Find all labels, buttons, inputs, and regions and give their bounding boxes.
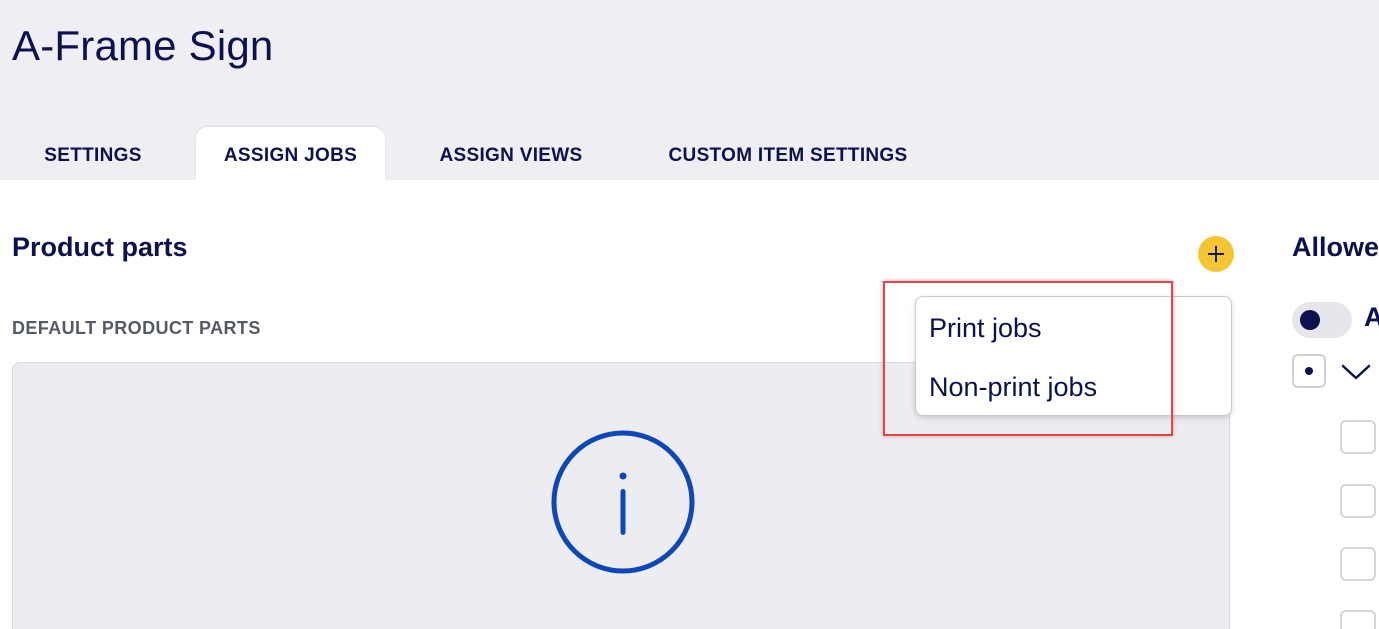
tab-custom-item-settings[interactable]: CUSTOM ITEM SETTINGS — [648, 127, 928, 180]
tab-assign-jobs[interactable]: ASSIGN JOBS — [196, 127, 385, 180]
page: A-Frame Sign SETTINGS ASSIGN JOBS ASSIGN… — [0, 0, 1379, 629]
list-item-checkbox[interactable] — [1340, 420, 1376, 454]
toggle-label: A — [1364, 302, 1379, 332]
menu-item-non-print-jobs[interactable]: Non-print jobs — [929, 372, 1097, 403]
default-product-parts-heading: DEFAULT PRODUCT PARTS — [12, 318, 261, 338]
list-item-checkbox[interactable] — [1340, 484, 1376, 518]
select-all-checkbox[interactable] — [1292, 354, 1326, 388]
product-parts-title: Product parts — [12, 232, 188, 262]
page-title: A-Frame Sign — [12, 22, 274, 69]
add-job-menu: Print jobs Non-print jobs — [915, 296, 1232, 416]
info-icon — [551, 430, 695, 574]
allowed-section-title: Allowe — [1292, 232, 1379, 262]
indeterminate-dot — [1305, 367, 1313, 375]
menu-item-print-jobs[interactable]: Print jobs — [929, 313, 1042, 344]
add-product-part-button[interactable] — [1198, 236, 1234, 272]
chevron-down-icon[interactable] — [1340, 362, 1372, 382]
toggle-knob — [1300, 310, 1320, 330]
list-item-checkbox[interactable] — [1340, 547, 1376, 581]
list-item-checkbox[interactable] — [1340, 610, 1376, 629]
allowed-toggle[interactable] — [1292, 302, 1352, 338]
page-header: A-Frame Sign SETTINGS ASSIGN JOBS ASSIGN… — [0, 0, 1379, 180]
tab-settings[interactable]: SETTINGS — [16, 127, 170, 180]
tab-assign-views[interactable]: ASSIGN VIEWS — [414, 127, 608, 180]
tab-bar: SETTINGS ASSIGN JOBS ASSIGN VIEWS CUSTOM… — [0, 127, 1379, 180]
